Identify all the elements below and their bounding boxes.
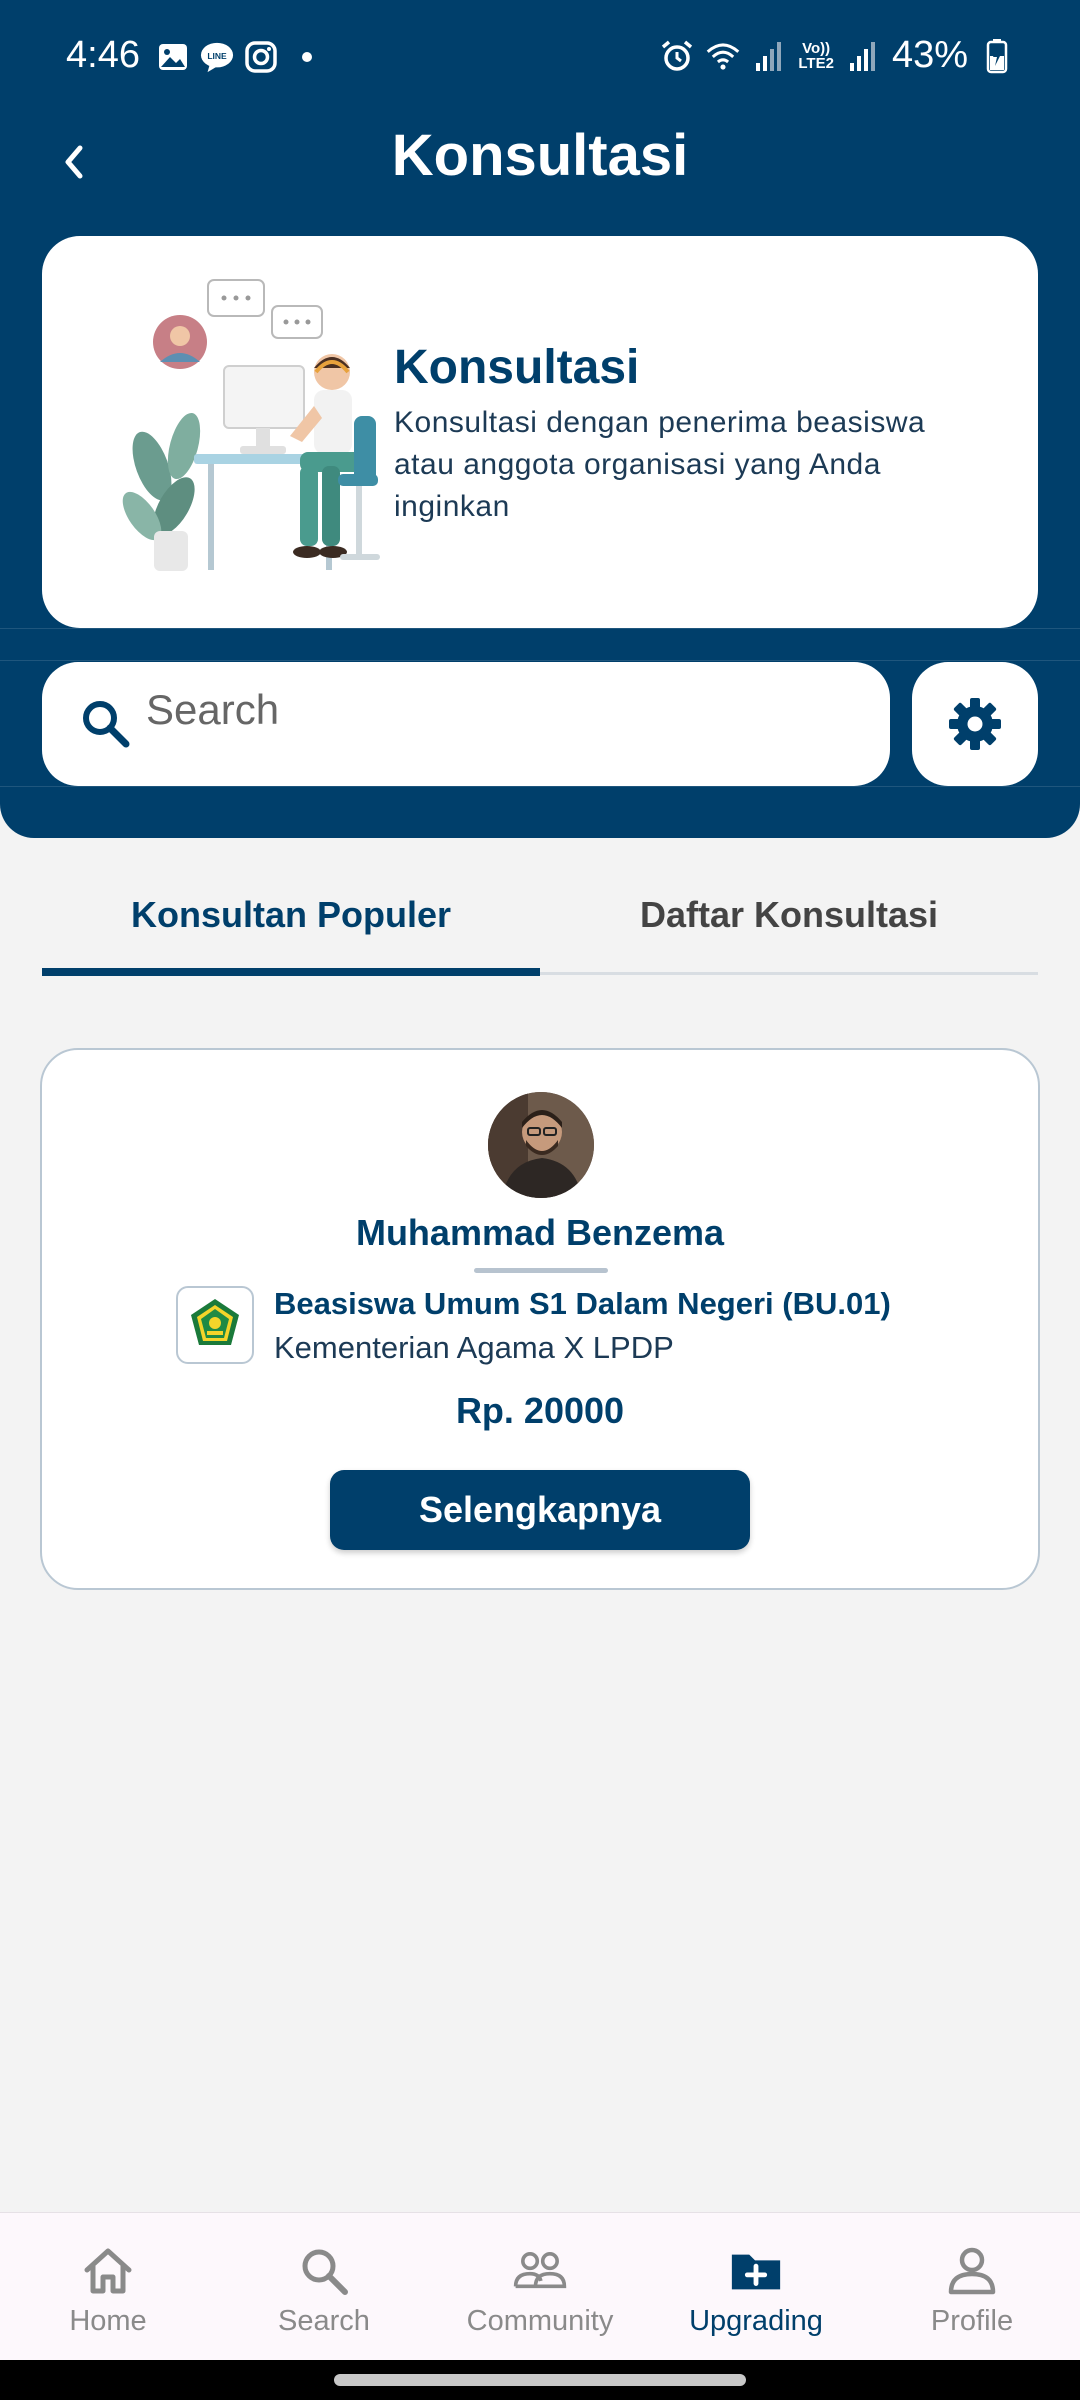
header-divider [0, 660, 1080, 661]
bottom-navigation: Home Search Community Upgrading Profile [0, 2212, 1080, 2360]
tab-bar: Konsultan Populer Daftar Konsultasi [42, 880, 1038, 976]
community-icon [512, 2243, 568, 2299]
notification-icons: LINE [156, 40, 312, 74]
svg-text:LINE: LINE [207, 51, 227, 61]
status-time: 4:46 [66, 34, 140, 76]
instagram-icon [244, 40, 278, 74]
page-title: Konsultasi [391, 123, 689, 188]
alarm-icon [660, 39, 694, 73]
consultant-name: Muhammad Benzema [355, 1212, 725, 1253]
nav-upgrading-label: Upgrading [689, 2305, 823, 2337]
organization-name: Kementerian Agama X LPDP [274, 1330, 674, 1365]
gallery-icon [156, 40, 190, 74]
tab-konsultan-populer[interactable]: Konsultan Populer [42, 880, 540, 976]
consultant-card[interactable]: Muhammad Benzema Beasiswa Umum S1 Dalam … [40, 1048, 1040, 1590]
network-type-label: Vo)) LTE2 [798, 39, 834, 72]
nav-community-label: Community [466, 2305, 614, 2337]
home-gesture-handle[interactable] [334, 2374, 746, 2386]
system-gesture-bar [0, 2360, 1080, 2400]
nav-community[interactable]: Community [432, 2213, 648, 2361]
battery-percentage: 43% [891, 34, 968, 76]
home-icon [80, 2243, 136, 2299]
status-bar: 4:46 LINE Vo)) LTE2 43% [0, 0, 1080, 118]
header-divider [0, 786, 1080, 787]
nav-search-label: Search [278, 2305, 370, 2337]
battery-charging-icon [980, 38, 1014, 73]
search-icon [83, 701, 130, 748]
active-tab-indicator [42, 968, 540, 976]
kemenag-logo-icon [176, 1286, 254, 1364]
more-notifications-dot [302, 52, 312, 62]
search-input[interactable] [146, 682, 846, 738]
name-divider [474, 1268, 608, 1273]
system-icons: Vo)) LTE2 43% [660, 34, 1014, 77]
hero-title: Konsultasi [394, 341, 640, 394]
see-more-button[interactable]: Selengkapnya [330, 1470, 750, 1550]
line-icon: LINE [200, 40, 234, 74]
nav-upgrading[interactable]: Upgrading [648, 2213, 864, 2361]
wifi-icon [706, 39, 740, 73]
hero-card: Konsultasi Konsultasi dengan penerima be… [42, 236, 1038, 628]
hero-description: Konsultasi dengan penerima beasiswa atau… [394, 406, 926, 523]
consultation-illustration [122, 279, 380, 571]
signal-icon [846, 39, 880, 73]
scholarship-name: Beasiswa Umum S1 Dalam Negeri (BU.01) [274, 1286, 891, 1321]
settings-button[interactable] [912, 662, 1038, 786]
header-divider [0, 628, 1080, 629]
consultation-price: Rp. 20000 [455, 1390, 625, 1431]
folder-plus-icon [728, 2243, 784, 2299]
nav-search[interactable]: Search [216, 2213, 432, 2361]
nav-profile[interactable]: Profile [864, 2213, 1080, 2361]
avatar [488, 1092, 594, 1198]
nav-profile-label: Profile [930, 2305, 1014, 2337]
nav-home-label: Home [69, 2305, 147, 2337]
gear-icon [949, 698, 1001, 750]
tab-daftar-konsultasi[interactable]: Daftar Konsultasi [540, 880, 1038, 976]
search-icon [296, 2243, 352, 2299]
signal-icon [752, 39, 786, 73]
nav-home[interactable]: Home [0, 2213, 216, 2361]
profile-icon [944, 2243, 1000, 2299]
search-bar[interactable] [42, 662, 890, 786]
